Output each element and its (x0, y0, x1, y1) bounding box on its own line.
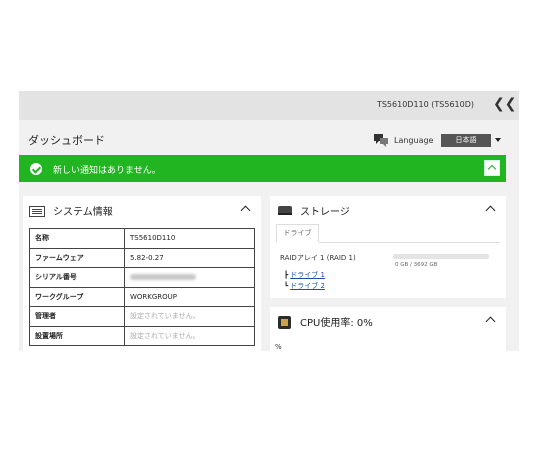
drive-item: ┗ ドライブ 2 (284, 281, 325, 291)
cpu-title: CPU使用率: 0% (300, 318, 373, 329)
storage-title: ストレージ (300, 207, 350, 218)
language-select[interactable]: 日本語 (441, 134, 491, 147)
table-row: 設置場所 設定されていません。 (29, 325, 255, 346)
row-key: 設置場所 (29, 325, 125, 346)
cpu-icon (278, 316, 291, 329)
system-info-title: システム情報 (53, 207, 113, 218)
cpu-card: CPU使用率: 0% % (270, 307, 506, 351)
row-value: 設定されていません。 (124, 325, 255, 346)
table-row: シリアル番号 (29, 267, 255, 288)
table-row: 管理者 設定されていません。 (29, 306, 255, 327)
chevron-down-icon[interactable] (495, 138, 501, 142)
storage-card: ストレージ ドライブ RAIDアレイ 1 (RAID 1) 0 GB / 369… (270, 196, 506, 298)
tree-connector: ┣ (284, 271, 289, 279)
raid-usage-bar (393, 254, 489, 259)
raid-size: 0 GB / 3692 GB (395, 262, 438, 268)
row-key: 管理者 (29, 306, 125, 327)
notification-text: 新しい通知はありません。 (53, 166, 161, 176)
row-key: 名称 (29, 228, 125, 249)
notification-banner: 新しい通知はありません。 (19, 155, 506, 182)
check-icon (30, 163, 42, 175)
redacted-serial (130, 274, 196, 281)
row-value: 設定されていません。 (124, 306, 255, 327)
table-row: 名称 TS5610D110 (29, 228, 255, 249)
chevron-up-icon[interactable] (485, 205, 496, 216)
top-bar: TS5610D110 (TS5610D) ❮❮ (19, 92, 519, 120)
row-key: ワークグループ (29, 286, 125, 307)
row-value-redacted (124, 267, 255, 288)
system-info-icon (29, 206, 45, 217)
drive-link-2[interactable]: ドライブ 2 (290, 282, 325, 290)
disk-icon (278, 206, 292, 215)
nas-admin-window: TS5610D110 (TS5610D) ❮❮ ダッシュボード Language… (19, 91, 519, 351)
cpu-header: CPU使用率: 0% (270, 307, 506, 335)
cpu-axis-unit: % (275, 343, 282, 351)
tab-divider (319, 242, 500, 243)
system-info-table: 名称 TS5610D110 ファームウェア 5.82-0.27 シリアル番号 ワ… (29, 228, 255, 346)
row-value: TS5610D110 (124, 228, 255, 249)
notification-collapse-button[interactable] (484, 160, 500, 176)
drive-item: ┣ ドライブ 1 (284, 270, 325, 280)
language-icon (374, 134, 388, 147)
device-name: TS5610D110 (TS5610D) (376, 100, 474, 109)
chevron-up-icon[interactable] (485, 316, 496, 327)
tree-connector: ┗ (284, 282, 289, 290)
row-value: WORKGROUP (124, 286, 255, 307)
chevron-up-icon[interactable] (240, 205, 251, 216)
table-row: ワークグループ WORKGROUP (29, 286, 255, 307)
storage-header: ストレージ (270, 196, 506, 224)
row-value: 5.82-0.27 (124, 247, 255, 268)
row-key: ファームウェア (29, 247, 125, 268)
drive-link-1[interactable]: ドライブ 1 (290, 271, 325, 279)
raid-array-label: RAIDアレイ 1 (RAID 1) (280, 254, 356, 262)
system-info-card: システム情報 名称 TS5610D110 ファームウェア 5.82-0.27 シ… (23, 196, 261, 351)
tab-drives[interactable]: ドライブ (276, 224, 319, 242)
system-info-header: システム情報 (23, 196, 261, 224)
page-title: ダッシュボード (28, 134, 105, 147)
table-row: ファームウェア 5.82-0.27 (29, 247, 255, 268)
double-chevron-left-icon[interactable]: ❮❮ (493, 97, 516, 113)
row-key: シリアル番号 (29, 267, 125, 288)
language-label: Language (394, 136, 434, 145)
